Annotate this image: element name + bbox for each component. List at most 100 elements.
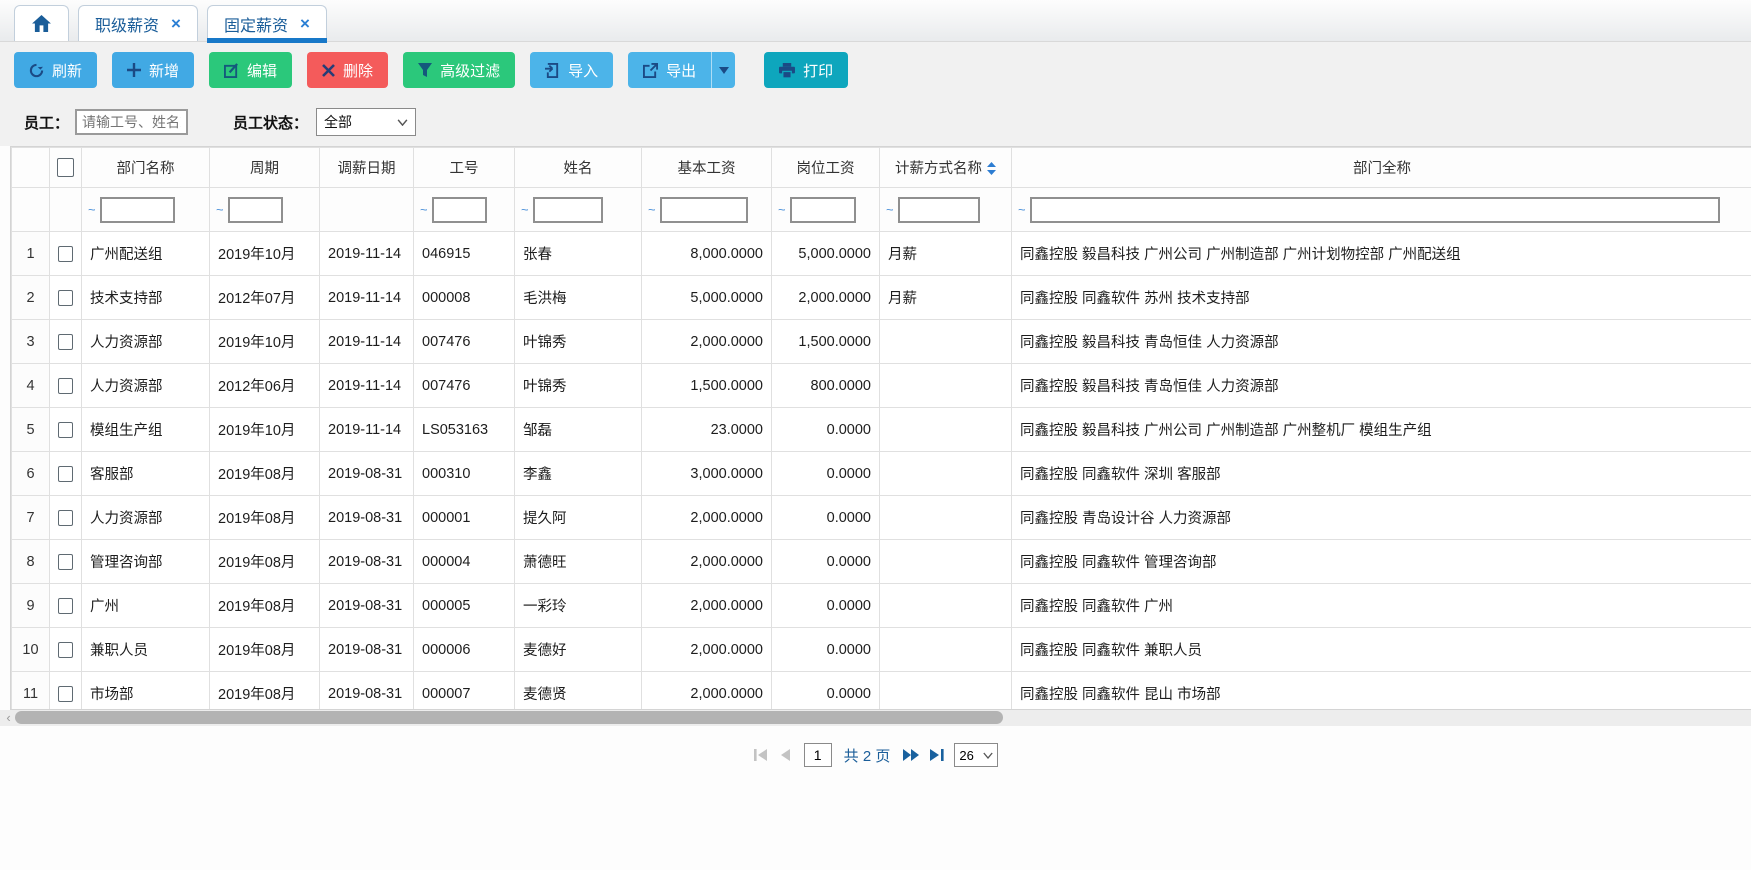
tab-fixed-salary[interactable]: 固定薪资 ×	[207, 5, 327, 41]
column-filter-row: ~ ~ ~ ~ ~ ~ ~ ~	[12, 188, 1751, 232]
cell-pay-type	[880, 452, 1012, 496]
row-checkbox[interactable]	[58, 466, 73, 482]
filter-input-base[interactable]	[660, 197, 748, 223]
close-icon[interactable]: ×	[171, 15, 181, 32]
col-header-base-salary[interactable]: 基本工资	[642, 148, 772, 188]
col-header-period[interactable]: 周期	[210, 148, 320, 188]
employee-search-input[interactable]	[75, 109, 188, 135]
col-header-name[interactable]: 姓名	[515, 148, 642, 188]
pager: 共 2 页 26	[0, 726, 1751, 767]
cell-dept: 人力资源部	[82, 320, 210, 364]
filter-cell-period: ~	[210, 188, 320, 232]
page-size-value: 26	[959, 748, 973, 763]
row-checkbox[interactable]	[58, 290, 73, 306]
close-icon[interactable]: ×	[300, 15, 310, 32]
export-button[interactable]: 导出	[628, 52, 711, 88]
page-size-select[interactable]: 26	[954, 743, 998, 767]
scrollbar-thumb[interactable]	[15, 711, 1003, 724]
table-row[interactable]: 5 模组生产组 2019年10月 2019-11-14 LS053163 邹磊 …	[12, 408, 1751, 452]
row-select-cell	[50, 452, 82, 496]
col-header-adjust-date[interactable]: 调薪日期	[320, 148, 414, 188]
filter-input-pay-type[interactable]	[898, 197, 980, 223]
export-split-button: 导出	[628, 52, 735, 88]
first-page-button[interactable]	[753, 748, 769, 762]
grid-body: 1 广州配送组 2019年10月 2019-11-14 046915 张春 8,…	[12, 232, 1751, 711]
row-select-cell	[50, 232, 82, 276]
table-row[interactable]: 8 管理咨询部 2019年08月 2019-08-31 000004 萧德旺 2…	[12, 540, 1751, 584]
page-number-input[interactable]	[804, 743, 832, 767]
cell-pay-type: 月薪	[880, 232, 1012, 276]
table-row[interactable]: 3 人力资源部 2019年10月 2019-11-14 007476 叶锦秀 2…	[12, 320, 1751, 364]
next-page-icon	[902, 748, 920, 762]
row-select-cell	[50, 496, 82, 540]
tab-home[interactable]	[14, 5, 69, 41]
cell-emp-no: 000001	[414, 496, 515, 540]
refresh-button[interactable]: 刷新	[14, 52, 97, 88]
scroll-left-arrow-icon[interactable]: ‹	[2, 710, 15, 726]
row-select-cell	[50, 540, 82, 584]
row-checkbox[interactable]	[58, 422, 73, 438]
cell-emp-no: 007476	[414, 320, 515, 364]
last-page-button[interactable]	[929, 748, 945, 762]
cell-base-salary: 2,000.0000	[642, 496, 772, 540]
next-page-button[interactable]	[902, 748, 920, 762]
cell-dept: 广州配送组	[82, 232, 210, 276]
col-header-emp-no[interactable]: 工号	[414, 148, 515, 188]
prev-page-button[interactable]	[778, 748, 791, 762]
table-row[interactable]: 9 广州 2019年08月 2019-08-31 000005 一彩玲 2,00…	[12, 584, 1751, 628]
tab-bar: 职级薪资 × 固定薪资 ×	[0, 0, 1751, 42]
col-header-dept[interactable]: 部门名称	[82, 148, 210, 188]
select-all-cell	[50, 148, 82, 188]
row-checkbox[interactable]	[58, 246, 73, 262]
row-checkbox[interactable]	[58, 510, 73, 526]
advanced-filter-button[interactable]: 高级过滤	[403, 52, 515, 88]
tilde-operator: ~	[1018, 202, 1026, 217]
edit-button[interactable]: 编辑	[209, 52, 292, 88]
row-checkbox[interactable]	[58, 598, 73, 614]
table-row[interactable]: 4 人力资源部 2012年06月 2019-11-14 007476 叶锦秀 1…	[12, 364, 1751, 408]
cell-pay-type	[880, 320, 1012, 364]
filter-input-dept-full[interactable]	[1030, 197, 1720, 223]
cell-name: 张春	[515, 232, 642, 276]
filter-input-post[interactable]	[790, 197, 856, 223]
col-header-dept-full[interactable]: 部门全称	[1012, 148, 1751, 188]
cell-adjust-date: 2019-08-31	[320, 584, 414, 628]
row-number-cell: 4	[12, 364, 50, 408]
delete-button[interactable]: 删除	[307, 52, 388, 88]
filter-bar: 员工： 员工状态： 全部	[0, 98, 1751, 146]
export-dropdown-caret[interactable]	[711, 52, 735, 88]
import-button[interactable]: 导入	[530, 52, 613, 88]
employee-status-select[interactable]: 全部	[316, 108, 416, 136]
filter-cell-emp-no: ~	[414, 188, 515, 232]
cell-adjust-date: 2019-08-31	[320, 540, 414, 584]
table-row[interactable]: 1 广州配送组 2019年10月 2019-11-14 046915 张春 8,…	[12, 232, 1751, 276]
row-number-cell: 5	[12, 408, 50, 452]
cell-base-salary: 2,000.0000	[642, 540, 772, 584]
add-label: 新增	[149, 60, 179, 81]
col-header-post-salary[interactable]: 岗位工资	[772, 148, 880, 188]
cell-adjust-date: 2019-11-14	[320, 408, 414, 452]
cell-period: 2019年10月	[210, 408, 320, 452]
row-checkbox[interactable]	[58, 642, 73, 658]
sort-icon[interactable]	[987, 162, 996, 179]
tilde-operator: ~	[216, 202, 224, 217]
print-button[interactable]: 打印	[764, 52, 848, 88]
table-row[interactable]: 6 客服部 2019年08月 2019-08-31 000310 李鑫 3,00…	[12, 452, 1751, 496]
col-header-pay-type[interactable]: 计薪方式名称	[880, 148, 1012, 188]
add-button[interactable]: 新增	[112, 52, 194, 88]
filter-input-dept[interactable]	[100, 197, 175, 223]
tab-job-grade-salary[interactable]: 职级薪资 ×	[78, 5, 198, 41]
table-row[interactable]: 7 人力资源部 2019年08月 2019-08-31 000001 提久阿 2…	[12, 496, 1751, 540]
row-checkbox[interactable]	[58, 686, 73, 702]
select-all-checkbox[interactable]	[57, 158, 74, 177]
filter-input-period[interactable]	[228, 197, 283, 223]
row-checkbox[interactable]	[58, 378, 73, 394]
row-checkbox[interactable]	[58, 554, 73, 570]
table-row[interactable]: 2 技术支持部 2012年07月 2019-11-14 000008 毛洪梅 5…	[12, 276, 1751, 320]
filter-input-name[interactable]	[533, 197, 603, 223]
row-checkbox[interactable]	[58, 334, 73, 350]
table-row[interactable]: 11 市场部 2019年08月 2019-08-31 000007 麦德贤 2,…	[12, 672, 1751, 711]
table-row[interactable]: 10 兼职人员 2019年08月 2019-08-31 000006 麦德好 2…	[12, 628, 1751, 672]
filter-input-emp-no[interactable]	[432, 197, 487, 223]
cell-post-salary: 1,500.0000	[772, 320, 880, 364]
